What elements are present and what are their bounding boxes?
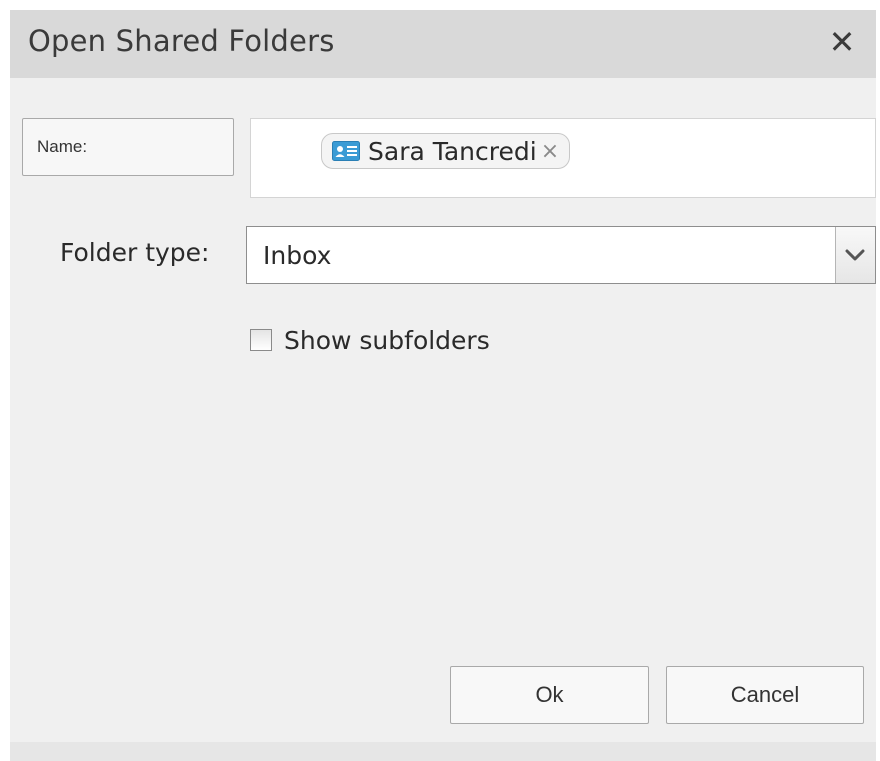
folder-type-label: Folder type: bbox=[60, 238, 210, 267]
name-button[interactable]: Name: bbox=[22, 118, 234, 176]
dialog-title: Open Shared Folders bbox=[28, 24, 335, 58]
cancel-button[interactable]: Cancel bbox=[666, 666, 864, 724]
recipient-name: Sara Tancredi bbox=[368, 136, 537, 166]
show-subfolders-option[interactable]: Show subfolders bbox=[250, 320, 490, 360]
contact-card-icon bbox=[332, 141, 360, 161]
show-subfolders-label: Show subfolders bbox=[284, 325, 490, 355]
folder-type-value: Inbox bbox=[263, 241, 332, 270]
open-shared-folders-dialog: Open Shared Folders ✕ Name: Sara Tancred… bbox=[10, 10, 876, 761]
folder-type-select[interactable]: Inbox bbox=[246, 226, 876, 284]
recipient-chip[interactable]: Sara Tancredi × bbox=[321, 133, 571, 169]
chevron-down-icon[interactable] bbox=[835, 227, 875, 283]
dialog-titlebar: Open Shared Folders ✕ bbox=[10, 10, 876, 78]
recipients-field[interactable]: Sara Tancredi × bbox=[250, 118, 876, 198]
remove-recipient-icon[interactable]: × bbox=[541, 139, 559, 164]
dialog-footer bbox=[10, 742, 876, 761]
show-subfolders-checkbox[interactable] bbox=[250, 329, 272, 351]
close-icon[interactable]: ✕ bbox=[822, 22, 862, 62]
ok-button[interactable]: Ok bbox=[450, 666, 649, 724]
